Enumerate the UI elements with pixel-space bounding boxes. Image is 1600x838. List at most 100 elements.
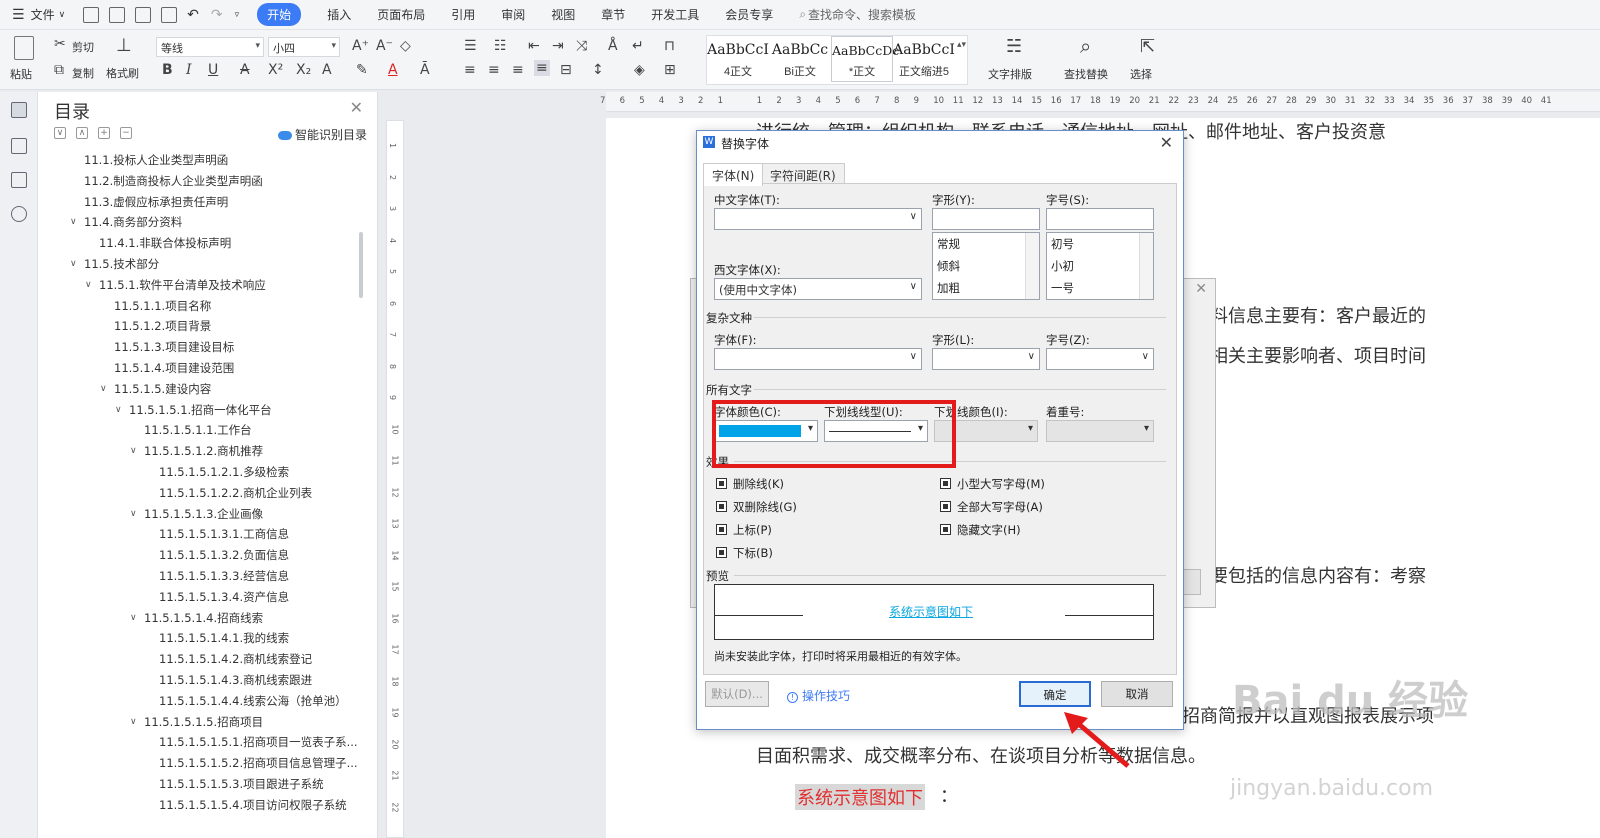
chinese-layout-icon[interactable]: ⤨ — [576, 38, 587, 54]
chapters-icon[interactable] — [11, 138, 27, 154]
align-right-icon[interactable]: ≡ — [512, 62, 524, 78]
italic-icon[interactable]: I — [186, 62, 192, 78]
smart-toc-button[interactable]: 智能识别目录 — [277, 126, 367, 143]
toc-item[interactable]: 11.5.1.5.1.4.1.我的线索 — [38, 628, 358, 649]
text-layout-button[interactable]: 文字排版 — [988, 66, 1032, 82]
print-icon[interactable] — [135, 6, 152, 23]
sort-icon[interactable]: Å — [608, 38, 618, 54]
chevron-down-icon[interactable]: ∨ — [115, 400, 122, 420]
subscript-checkbox[interactable]: 下标(B) — [716, 545, 773, 561]
text-effect-icon[interactable]: A — [322, 62, 332, 78]
chevron-down-icon[interactable]: ∨ — [130, 608, 137, 628]
chevron-down-icon[interactable]: ∨ — [130, 504, 137, 524]
default-button[interactable]: 默认(D)... — [705, 681, 769, 707]
chevron-down-icon[interactable]: ∨ — [85, 275, 92, 295]
toc-item[interactable]: ∨ 11.5.1.软件平台清单及技术响应 — [38, 275, 358, 296]
toc-item[interactable]: ∨ 11.5.1.5.1.5.招商项目 — [38, 712, 358, 733]
toc-item[interactable]: 11.1.投标人企业类型声明函 — [38, 150, 358, 171]
toc-item[interactable]: ∨ 11.5.1.5.1.2.商机推荐 — [38, 441, 358, 462]
toc-item[interactable]: 11.5.1.5.1.5.4.项目访问权限子系统 — [38, 795, 358, 816]
tips-link[interactable]: ! 操作技巧 — [787, 687, 850, 704]
cancel-button[interactable]: 取消 — [1101, 681, 1173, 707]
chevron-down-icon[interactable]: ∨ — [70, 212, 77, 232]
justify-icon[interactable]: ≡ — [534, 60, 550, 76]
line-spacing-icon[interactable]: ↕ — [592, 62, 604, 78]
scrollbar[interactable] — [1025, 233, 1039, 299]
list-item[interactable]: 常规 — [933, 233, 1039, 255]
tab-character-spacing[interactable]: 字符间距(R) — [761, 163, 845, 185]
toc-item[interactable]: ∨ 11.5.1.5.1.3.企业画像 — [38, 504, 358, 525]
superscript-icon[interactable]: X² — [268, 62, 283, 78]
toc-item[interactable]: 11.5.1.5.1.3.1.工商信息 — [38, 524, 358, 545]
undo-icon[interactable]: ↶ — [187, 7, 199, 23]
chevron-down-icon[interactable]: ∨ — [130, 441, 137, 461]
highlight-icon[interactable]: ✎ — [356, 62, 368, 78]
tab-stops-icon[interactable]: ⊓ — [664, 38, 675, 54]
collapse-all-icon[interactable]: ∨ — [54, 127, 66, 139]
double-strikethrough-checkbox[interactable]: 双删除线(G) — [716, 499, 797, 515]
list-item[interactable]: 初号 — [1047, 233, 1153, 255]
toc-item[interactable]: 11.5.1.5.1.3.4.资产信息 — [38, 587, 358, 608]
shading-icon[interactable]: ◈ — [634, 62, 645, 78]
superscript-checkbox[interactable]: 上标(P) — [716, 522, 772, 538]
complex-font-select[interactable]: ∨ — [714, 348, 922, 370]
toc-item[interactable]: 11.5.1.2.项目背景 — [38, 316, 358, 337]
toc-item[interactable]: 11.5.1.5.1.4.3.商机线索跟进 — [38, 670, 358, 691]
redo-icon[interactable]: ↷ — [211, 7, 223, 23]
toc-item[interactable]: 11.5.1.5.1.5.1.招商项目一览表子系... — [38, 732, 358, 753]
close-icon[interactable]: ✕ — [1195, 281, 1207, 297]
distribute-icon[interactable]: ⊟ — [560, 62, 572, 78]
style-list[interactable]: 常规 倾斜 加粗 — [932, 232, 1040, 300]
toc-item[interactable]: ∨ 11.5.技术部分 — [38, 254, 358, 275]
numbering-icon[interactable]: ☷ — [494, 38, 507, 54]
align-left-icon[interactable]: ≡ — [464, 62, 476, 78]
copy-icon[interactable]: ⧉ — [54, 62, 64, 78]
cut-button[interactable]: 剪切 — [72, 39, 94, 55]
style-4-body[interactable]: AaBbCcI 4正文 — [707, 36, 769, 82]
save-icon[interactable] — [83, 6, 100, 23]
quick-access-more-icon[interactable]: ▿ — [235, 10, 240, 20]
toc-item[interactable]: 11.5.1.5.1.5.2.招商项目信息管理子... — [38, 753, 358, 774]
underline-icon[interactable]: U — [208, 62, 218, 78]
close-icon[interactable]: ✕ — [350, 98, 363, 117]
toc-item[interactable]: 11.4.1.非联合体投标声明 — [38, 233, 358, 254]
dialog-titlebar[interactable]: W 替换字体 ✕ — [697, 131, 1183, 155]
toc-item[interactable]: 11.5.1.5.1.3.3.经营信息 — [38, 566, 358, 587]
text-layout-icon[interactable]: ☵ — [1006, 36, 1022, 57]
selected-highlighted-text[interactable]: 系统示意图如下 — [795, 784, 925, 810]
toc-item[interactable]: 11.5.1.4.项目建设范围 — [38, 358, 358, 379]
ok-button[interactable]: 确定 — [1019, 681, 1091, 707]
small-caps-checkbox[interactable]: 小型大写字母(M) — [940, 476, 1045, 492]
bookmark-icon[interactable] — [11, 172, 27, 188]
west-font-select[interactable]: (使用中文字体) ∨ — [714, 278, 922, 300]
tab-font[interactable]: 字体(N) — [703, 163, 764, 186]
style-body-current[interactable]: AaBbCcDc *正文 — [831, 36, 899, 82]
toc-item[interactable]: 11.5.1.5.1.4.4.线索公海（抢单池） — [38, 691, 358, 712]
tab-developer[interactable]: 开发工具 — [651, 6, 699, 23]
select-button[interactable]: 选择 — [1130, 66, 1152, 82]
chevron-down-icon[interactable]: ∨ — [100, 379, 107, 399]
strikethrough-icon[interactable]: A — [240, 62, 250, 78]
strikethrough-checkbox[interactable]: 删除线(K) — [716, 476, 784, 492]
size-input[interactable] — [1046, 208, 1154, 230]
clear-format-icon[interactable]: ◇ — [400, 38, 411, 54]
toc-item[interactable]: 11.5.1.3.项目建设目标 — [38, 337, 358, 358]
toc-item[interactable]: ∨ 11.5.1.5.1.4.招商线索 — [38, 608, 358, 629]
hidden-text-checkbox[interactable]: 隐藏文字(H) — [940, 522, 1021, 538]
toc-item[interactable]: 11.5.1.5.1.1.工作台 — [38, 420, 358, 441]
hamburger-icon[interactable]: ☰ — [12, 7, 25, 23]
format-painter-button[interactable]: 格式刷 — [106, 65, 139, 81]
expand-up-icon[interactable]: ∧ — [76, 127, 88, 139]
outdent-icon[interactable]: ⇤ — [528, 38, 540, 54]
toc-item[interactable]: 11.5.1.1.项目名称 — [38, 296, 358, 317]
subscript-icon[interactable]: X₂ — [296, 62, 311, 78]
tab-view[interactable]: 视图 — [551, 6, 575, 23]
tab-member[interactable]: 会员专享 — [725, 6, 773, 23]
tab-chapter[interactable]: 章节 — [601, 6, 625, 23]
chevron-down-icon[interactable]: ∨ — [59, 10, 66, 20]
complex-style-select[interactable]: ∨ — [932, 348, 1040, 370]
tab-start[interactable]: 开始 — [257, 3, 302, 26]
find-replace-button[interactable]: 查找替换 — [1064, 66, 1108, 82]
emphasis-select[interactable]: ▾ — [1046, 420, 1154, 442]
toc-item[interactable]: ∨ 11.5.1.5.1.招商一体化平台 — [38, 400, 358, 421]
